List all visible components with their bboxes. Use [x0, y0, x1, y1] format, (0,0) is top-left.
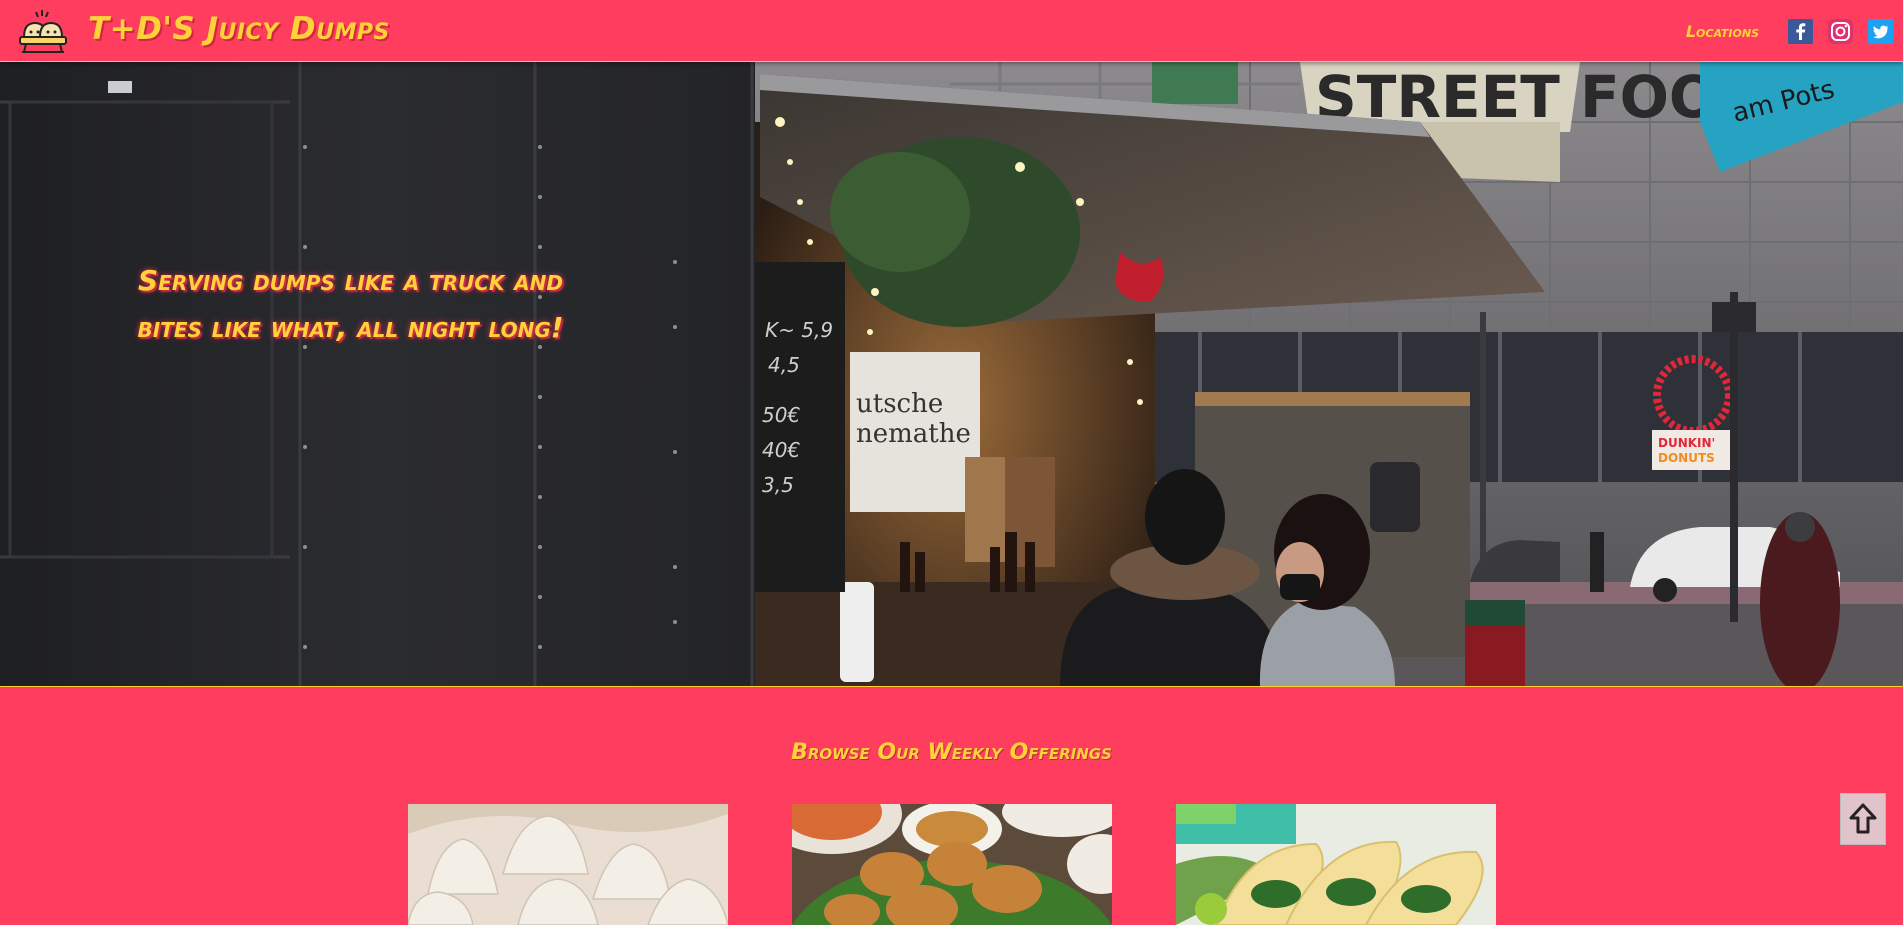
twitter-icon[interactable]	[1868, 19, 1893, 44]
nav-locations-link[interactable]: Locations	[1686, 22, 1759, 41]
offering-card-chicken[interactable]	[792, 804, 1112, 925]
arrow-up-icon	[1849, 803, 1877, 834]
food-truck-photo: DUNKIN' DONUTS STREET FOO am Pots utsche…	[0, 62, 1903, 686]
dumpling-bowl-icon[interactable]	[16, 7, 70, 55]
instagram-icon[interactable]	[1828, 19, 1853, 44]
header-nav: Locations	[1686, 18, 1893, 45]
donut-sign-text-2: DONUTS	[1658, 451, 1715, 465]
hero-tagline: Serving dumps like a truck and bites lik…	[137, 264, 564, 344]
offerings-title: Browse Our Weekly Offerings	[791, 740, 1112, 765]
window-text-1: utsche	[856, 389, 943, 419]
brand-title[interactable]: T+D'S Juicy Dumps	[88, 11, 390, 47]
chalk-line-1: K~ 5,9	[765, 318, 833, 342]
chalk-line-2: 4,5	[768, 353, 800, 377]
tacos-image	[1176, 804, 1496, 925]
back-to-top-button[interactable]	[1840, 793, 1886, 845]
window-text-2: nemathe	[856, 419, 971, 449]
donut-sign-text-1: DUNKIN'	[1658, 436, 1715, 450]
facebook-icon[interactable]	[1788, 19, 1813, 44]
fried-chicken-image	[792, 804, 1112, 925]
hero-banner: DUNKIN' DONUTS STREET FOO am Pots utsche…	[0, 62, 1903, 687]
chalk-line-5: 3,5	[762, 473, 794, 497]
site-header: T+D'S Juicy Dumps Locations	[0, 0, 1903, 62]
chalk-line-4: 40€	[762, 438, 800, 462]
chalk-line-3: 50€	[762, 403, 800, 427]
offering-card-tacos[interactable]	[1176, 804, 1496, 925]
offering-card-dumplings[interactable]	[408, 804, 728, 925]
soup-dumplings-image	[408, 804, 728, 925]
